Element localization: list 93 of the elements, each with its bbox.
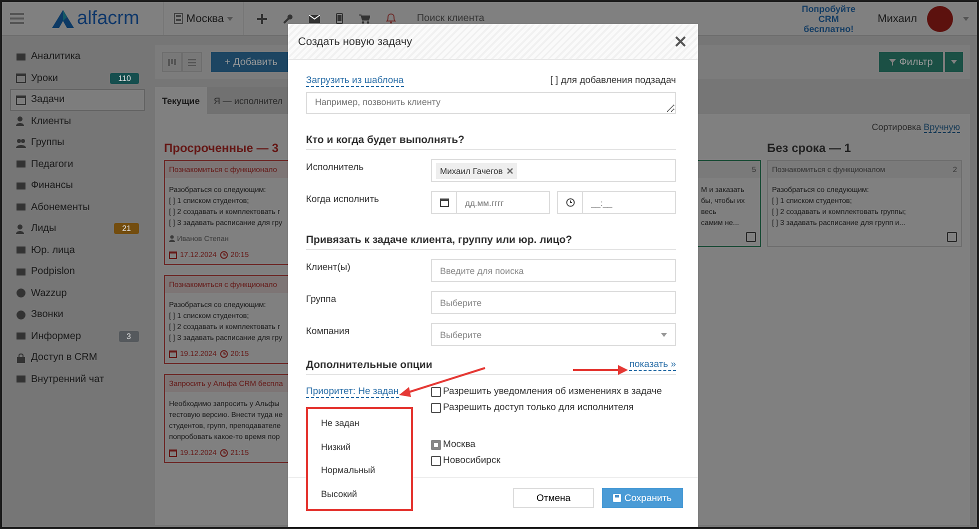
sidebar-item[interactable]: Группы (10, 132, 145, 154)
sidebar-item[interactable]: Доступ в CRM (10, 347, 145, 368)
person-icon (169, 235, 175, 242)
annotation-arrow (573, 365, 628, 375)
count-badge: 3 (118, 330, 139, 342)
option-checkbox[interactable]: Разрешить уведомления об изменениях в задаче (431, 386, 662, 397)
city-selector[interactable]: Москва (174, 12, 233, 24)
columns-icon (168, 58, 176, 66)
calendar-icon (440, 198, 448, 207)
task-checkbox[interactable] (947, 232, 957, 242)
sidebar-item[interactable]: Аналитика (10, 46, 145, 68)
filter-dropdown-button[interactable] (945, 52, 963, 72)
board-view-toggle[interactable] (162, 52, 182, 72)
menu-icon[interactable] (10, 13, 24, 24)
people-icon (16, 138, 26, 148)
person-icon (16, 116, 26, 126)
branch-checkbox[interactable]: Москва (431, 439, 662, 450)
subtask-hint: [ ] для добавления подзадач (550, 75, 676, 87)
filter-button[interactable]: Фильтр (879, 52, 943, 72)
save-button[interactable]: Сохранить (602, 488, 683, 508)
user-name[interactable]: Михаил (878, 12, 917, 24)
column-title: Без срока — 1 (767, 140, 851, 157)
field-label: Компания (306, 326, 350, 337)
assignee-tag[interactable]: Михаил Гачегов (436, 162, 517, 178)
option-checkbox[interactable]: Разрешить доступ только для исполнителя (431, 402, 662, 413)
assignee-field[interactable]: Михаил Гачегов (431, 159, 676, 182)
avatar[interactable] (927, 6, 953, 32)
sidebar-item[interactable]: Внутренний чат (10, 368, 145, 390)
cart-icon[interactable] (358, 14, 370, 24)
task-checkbox[interactable] (746, 232, 756, 242)
list-icon (188, 58, 196, 66)
sidebar-item[interactable]: Wazzup (10, 282, 145, 304)
calendar-icon (16, 73, 26, 84)
lock-icon (16, 352, 26, 363)
count-badge: 21 (114, 223, 139, 234)
sidebar-item[interactable]: Абонементы (10, 196, 145, 218)
logo-triangle-icon (52, 10, 74, 28)
sidebar-item[interactable]: Уроки 110 (10, 68, 145, 89)
logo-text[interactable]: alfacrm (77, 8, 140, 30)
field-label: Группа (306, 294, 338, 305)
date-field[interactable]: дд.мм.гггг (431, 191, 550, 214)
add-button[interactable]: + Добавить (211, 52, 291, 72)
dialog-title: Создать новую задачу (298, 36, 412, 48)
company-select[interactable]: Выберите (431, 323, 676, 346)
sidebar-item[interactable]: Лиды 21 (10, 218, 145, 240)
tab[interactable]: Текущие (155, 87, 207, 114)
show-link[interactable]: показать » (629, 359, 676, 371)
bell-icon[interactable] (386, 13, 396, 24)
close-icon[interactable] (675, 36, 686, 47)
sort-label: Сортировка (872, 122, 922, 132)
sidebar-item[interactable]: Звонки (10, 304, 145, 326)
clock-icon (566, 198, 574, 207)
column-title: Просроченные — 3 (164, 140, 279, 157)
cancel-button[interactable]: Отмена (513, 488, 594, 508)
priority-link[interactable]: Приоритет: Не задан (306, 386, 399, 398)
priority-option[interactable]: Высокий (308, 482, 411, 506)
sidebar-item[interactable]: Клиенты (10, 110, 145, 132)
group-field[interactable]: Выберите (431, 291, 676, 314)
caret-icon[interactable] (963, 16, 969, 20)
task-text-field[interactable]: Например, позвонить клиенту (306, 92, 676, 114)
caret-icon (226, 16, 233, 20)
sidebar-item[interactable]: Педагоги (10, 154, 145, 175)
building-icon (174, 13, 184, 24)
wrench-icon[interactable] (282, 14, 293, 24)
funnel-icon (889, 58, 896, 66)
calendar-icon (169, 448, 177, 456)
sort-link[interactable]: Вручную (924, 122, 960, 133)
promo-link[interactable]: Попробуйте CRM бесплатно! (794, 4, 864, 34)
remove-icon[interactable] (506, 168, 513, 174)
section-title: Кто и когда будет выполнять? (306, 134, 676, 150)
tab[interactable]: Я — исполнител (206, 87, 290, 114)
clock-icon (220, 448, 228, 456)
section-title: Привязать к задаче клиента, группу или юр. лицо? (306, 234, 676, 250)
calendar-icon (169, 250, 177, 258)
caret-icon (661, 332, 667, 336)
plus-icon[interactable] (256, 14, 267, 24)
sidebar-item[interactable]: Задачи (10, 89, 145, 110)
sidebar-item[interactable]: Информер 3 (10, 326, 145, 347)
caret-icon (951, 60, 957, 64)
count-badge: 110 (110, 72, 139, 84)
client-search-field[interactable]: Поиск клиента (416, 13, 484, 24)
sidebar-item[interactable]: Финансы (10, 175, 145, 196)
field-label: Клиент(ы) (306, 262, 352, 273)
calendar-icon (169, 350, 177, 358)
clock-icon (220, 350, 228, 358)
sidebar-item[interactable]: Юр. лица (10, 240, 145, 261)
branch-checkbox[interactable]: Новосибирск (431, 455, 662, 466)
list-view-toggle[interactable] (182, 52, 202, 72)
client-search-field[interactable]: Введите для поиска (431, 259, 676, 282)
template-link[interactable]: Загрузить из шаблона (306, 75, 404, 87)
clock-icon (220, 250, 228, 258)
time-field[interactable]: __:__ (557, 191, 676, 214)
sidebar-item[interactable]: Podpislon (10, 261, 145, 282)
